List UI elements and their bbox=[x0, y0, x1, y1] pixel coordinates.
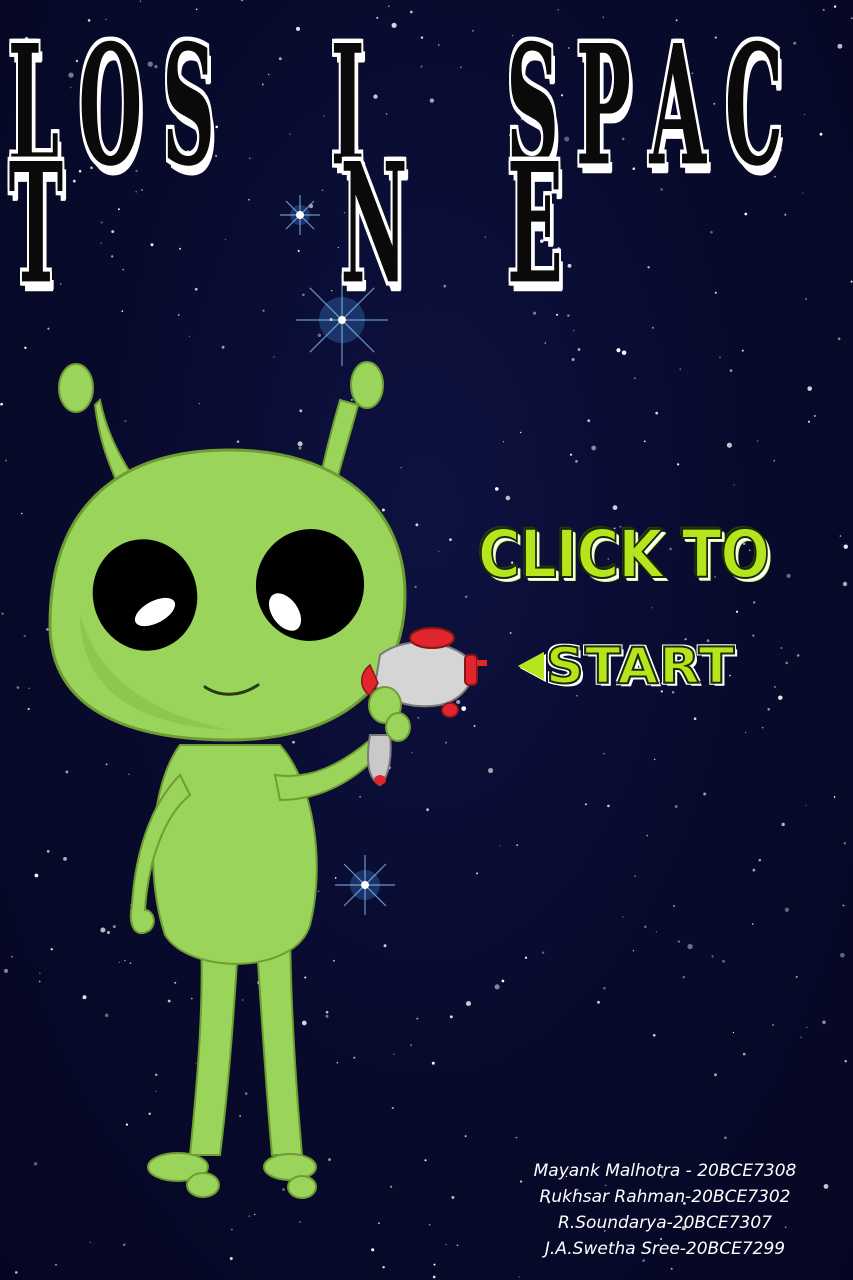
title-letter: E bbox=[506, 126, 563, 321]
start-button-label: START bbox=[545, 636, 736, 696]
title-letter: O bbox=[78, 8, 143, 203]
title-letter: A bbox=[649, 8, 706, 203]
left-arrow-icon bbox=[518, 652, 544, 680]
credit-line: Rukhsar Rahman-20BCE7302 bbox=[539, 1187, 791, 1207]
credit-line: R.Soundarya-20BCE7307 bbox=[558, 1213, 772, 1233]
title-word-2: IN bbox=[328, 23, 454, 306]
title-word-1: L O ST bbox=[0, 23, 283, 306]
credits: Mayank Malhotra - 20BCE7308 Rukhsar Rahm… bbox=[500, 1158, 830, 1262]
game-title: L O ST IN S P A CE bbox=[0, 23, 853, 306]
title-letter: T bbox=[8, 126, 64, 321]
credit-line: J.A.Swetha Sree-20BCE7299 bbox=[544, 1239, 786, 1259]
title-word-3: S P A CE bbox=[498, 23, 853, 306]
start-button[interactable]: START bbox=[518, 630, 798, 702]
alien-character bbox=[48, 361, 487, 1199]
game-screen: L O ST IN S P A CE CLICK TO START Mayank… bbox=[0, 0, 853, 1280]
title-letter: C bbox=[725, 8, 784, 203]
credit-line: Mayank Malhotra - 20BCE7308 bbox=[533, 1161, 797, 1181]
click-to-prompt: CLICK TO bbox=[477, 515, 771, 594]
title-letter: N bbox=[340, 126, 408, 321]
title-letter: S bbox=[161, 8, 215, 203]
title-letter: P bbox=[575, 8, 631, 203]
